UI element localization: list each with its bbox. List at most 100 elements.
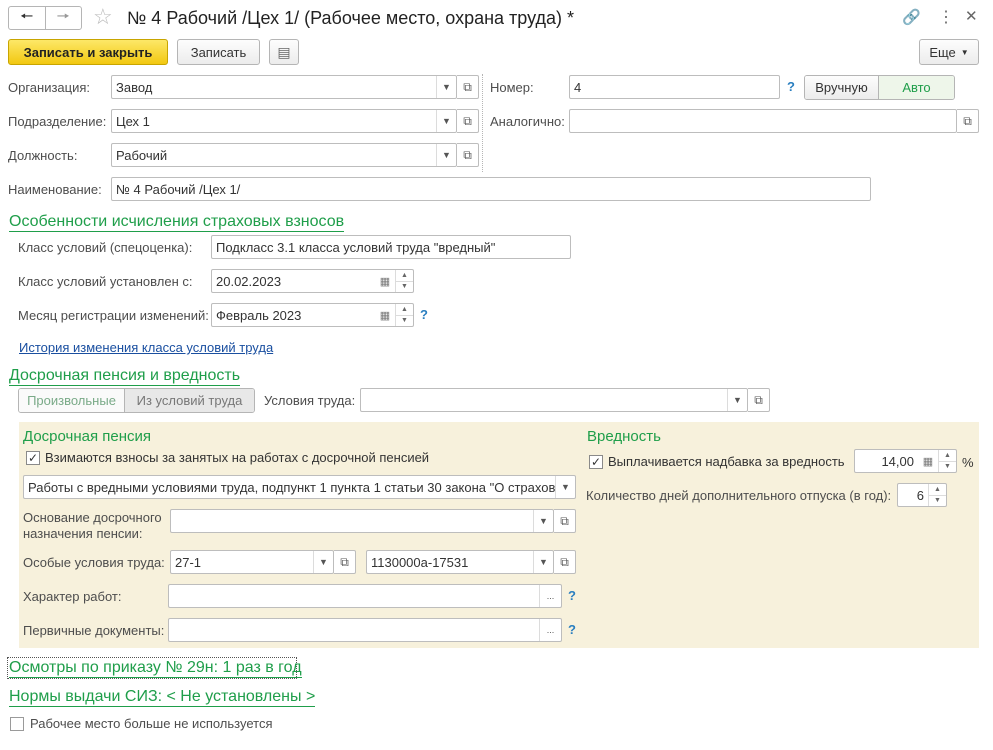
open-position-button[interactable]: ⧉ [457, 143, 479, 167]
special-conditions-field-1[interactable]: 27-1 ▼ [170, 550, 334, 574]
title-bar: 🠔 🠖 ☆ № 4 Рабочий /Цех 1/ (Рабочее место… [0, 0, 993, 36]
number-field[interactable]: 4 [569, 75, 780, 99]
pension-mode-tabs: Произвольные Из условий труда [18, 388, 255, 413]
chevron-down-icon[interactable]: ▼ [727, 389, 747, 411]
number-mode-switch: Вручную Авто [804, 75, 955, 100]
open-conditions-button[interactable]: ⧉ [748, 388, 770, 412]
tab-arbitrary[interactable]: Произвольные [19, 389, 125, 412]
harm-title: Вредность [587, 428, 661, 445]
pension-section-title[interactable]: Досрочная пенсия и вредность [9, 366, 241, 386]
link-icon[interactable]: 🔗 [902, 8, 921, 26]
number-label: Номер: [490, 80, 534, 95]
works-type-field[interactable]: Работы с вредными условиями труда, подпу… [23, 475, 576, 499]
subdivision-field[interactable]: Цех 1 ▼ [111, 109, 457, 133]
exams-link[interactable]: Осмотры по приказу № 29н: 1 раз в год [9, 658, 302, 678]
basis-field[interactable]: ▼ [170, 509, 554, 533]
conditions-label: Условия труда: [264, 393, 356, 408]
tab-from-conditions[interactable]: Из условий труда [125, 389, 254, 412]
primary-docs-help-icon[interactable]: ? [568, 622, 576, 637]
name-field[interactable]: № 4 Рабочий /Цех 1/ [111, 177, 871, 201]
open-organization-button[interactable]: ⧉ [457, 75, 479, 99]
extra-days-stepper[interactable]: ▲ ▼ [928, 484, 946, 506]
special-conditions-field-2[interactable]: 1130000а-17531 ▼ [366, 550, 554, 574]
auto-button[interactable]: Авто [879, 76, 954, 99]
siz-norms-link[interactable]: Нормы выдачи СИЗ: < Не установлены > [9, 687, 316, 707]
month-field[interactable]: Февраль 2023 ▦ ▲ ▼ [211, 303, 414, 327]
open-icon: ⧉ [463, 147, 472, 162]
class-since-field[interactable]: 20.02.2023 ▦ ▲ ▼ [211, 269, 414, 293]
close-icon[interactable]: ✕ [965, 7, 978, 25]
position-label: Должность: [8, 148, 78, 163]
back-button[interactable]: 🠔 [9, 7, 46, 29]
month-label: Месяц регистрации изменений: [18, 308, 209, 323]
document-print-button[interactable]: ▤ [269, 39, 299, 65]
column-divider [482, 74, 483, 172]
chevron-down-icon[interactable]: ▼ [436, 110, 456, 132]
ellipsis-icon[interactable]: ... [539, 619, 561, 641]
month-help-icon[interactable]: ? [420, 307, 428, 322]
chevron-down-icon[interactable]: ▼ [533, 510, 553, 532]
basis-label-line2: назначения пенсии: [23, 526, 143, 541]
insurance-section-title[interactable]: Особенности исчисления страховых взносов [9, 212, 345, 232]
open-special-1-button[interactable]: ⧉ [334, 550, 356, 574]
more-button[interactable]: Еще ▼ [919, 39, 979, 65]
harm-checkbox[interactable]: ✓ [589, 455, 603, 469]
open-special-2-button[interactable]: ⧉ [554, 550, 576, 574]
name-label: Наименование: [8, 182, 102, 197]
number-help-icon[interactable]: ? [787, 79, 795, 94]
work-character-label: Характер работ: [23, 589, 122, 604]
calendar-icon[interactable]: ▦ [375, 304, 395, 326]
manual-button[interactable]: Вручную [805, 76, 879, 99]
organization-field[interactable]: Завод ▼ [111, 75, 457, 99]
chevron-down-icon[interactable]: ▼ [533, 551, 553, 573]
not-used-label: Рабочее место больше не используется [30, 716, 273, 731]
open-analog-button[interactable]: ⧉ [957, 109, 979, 133]
ellipsis-icon[interactable]: ... [539, 585, 561, 607]
subdivision-label: Подразделение: [8, 114, 107, 129]
work-character-field[interactable]: ... [168, 584, 562, 608]
nav-buttons: 🠔 🠖 [8, 6, 82, 30]
star-icon[interactable]: ☆ [93, 4, 113, 30]
not-used-checkbox[interactable] [10, 717, 24, 731]
class-label: Класс условий (спецоценка): [18, 240, 193, 255]
analog-field[interactable] [569, 109, 957, 133]
early-pension-checkbox-label: Взимаются взносы за занятых на работах с… [45, 450, 430, 465]
harm-stepper[interactable]: ▲ ▼ [938, 450, 956, 472]
calendar-icon[interactable]: ▦ [375, 270, 395, 292]
open-icon: ⧉ [560, 554, 569, 569]
basis-label-line1: Основание досрочного [23, 510, 162, 525]
chevron-down-icon[interactable]: ▼ [555, 476, 575, 498]
open-subdivision-button[interactable]: ⧉ [457, 109, 479, 133]
document-icon: ▤ [277, 43, 291, 60]
calculator-icon[interactable]: ▦ [918, 450, 938, 472]
open-icon: ⧉ [963, 113, 972, 128]
work-character-help-icon[interactable]: ? [568, 588, 576, 603]
primary-docs-field[interactable]: ... [168, 618, 562, 642]
conditions-field[interactable]: ▼ [360, 388, 748, 412]
open-icon: ⧉ [754, 392, 763, 407]
save-and-close-button[interactable]: Записать и закрыть [8, 39, 168, 65]
open-icon: ⧉ [463, 79, 472, 94]
open-icon: ⧉ [463, 113, 472, 128]
date-stepper[interactable]: ▲ ▼ [395, 270, 413, 292]
chevron-down-icon[interactable]: ▼ [436, 76, 456, 98]
chevron-down-icon: ▼ [960, 47, 969, 57]
save-button[interactable]: Записать [177, 39, 260, 65]
chevron-down-icon[interactable]: ▼ [313, 551, 333, 573]
open-basis-button[interactable]: ⧉ [554, 509, 576, 533]
primary-docs-label: Первичные документы: [23, 623, 165, 638]
more-vertical-icon[interactable]: ⋮ [938, 7, 954, 27]
harm-percent-field[interactable]: 14,00 ▦ ▲ ▼ [854, 449, 957, 473]
class-field: Подкласс 3.1 класса условий труда "вредн… [211, 235, 571, 259]
extra-days-field[interactable]: 6 ▲ ▼ [897, 483, 947, 507]
class-history-link[interactable]: История изменения класса условий труда [19, 340, 273, 355]
chevron-down-icon[interactable]: ▼ [436, 144, 456, 166]
forward-button[interactable]: 🠖 [46, 7, 82, 29]
month-stepper[interactable]: ▲ ▼ [395, 304, 413, 326]
window-title: № 4 Рабочий /Цех 1/ (Рабочее место, охра… [127, 8, 575, 28]
position-field[interactable]: Рабочий ▼ [111, 143, 457, 167]
harm-checkbox-label: Выплачивается надбавка за вредность [608, 454, 845, 469]
early-pension-checkbox[interactable]: ✓ [26, 451, 40, 465]
extra-days-label: Количество дней дополнительного отпуска … [586, 488, 892, 503]
arrow-left-icon: 🠔 [20, 7, 34, 25]
